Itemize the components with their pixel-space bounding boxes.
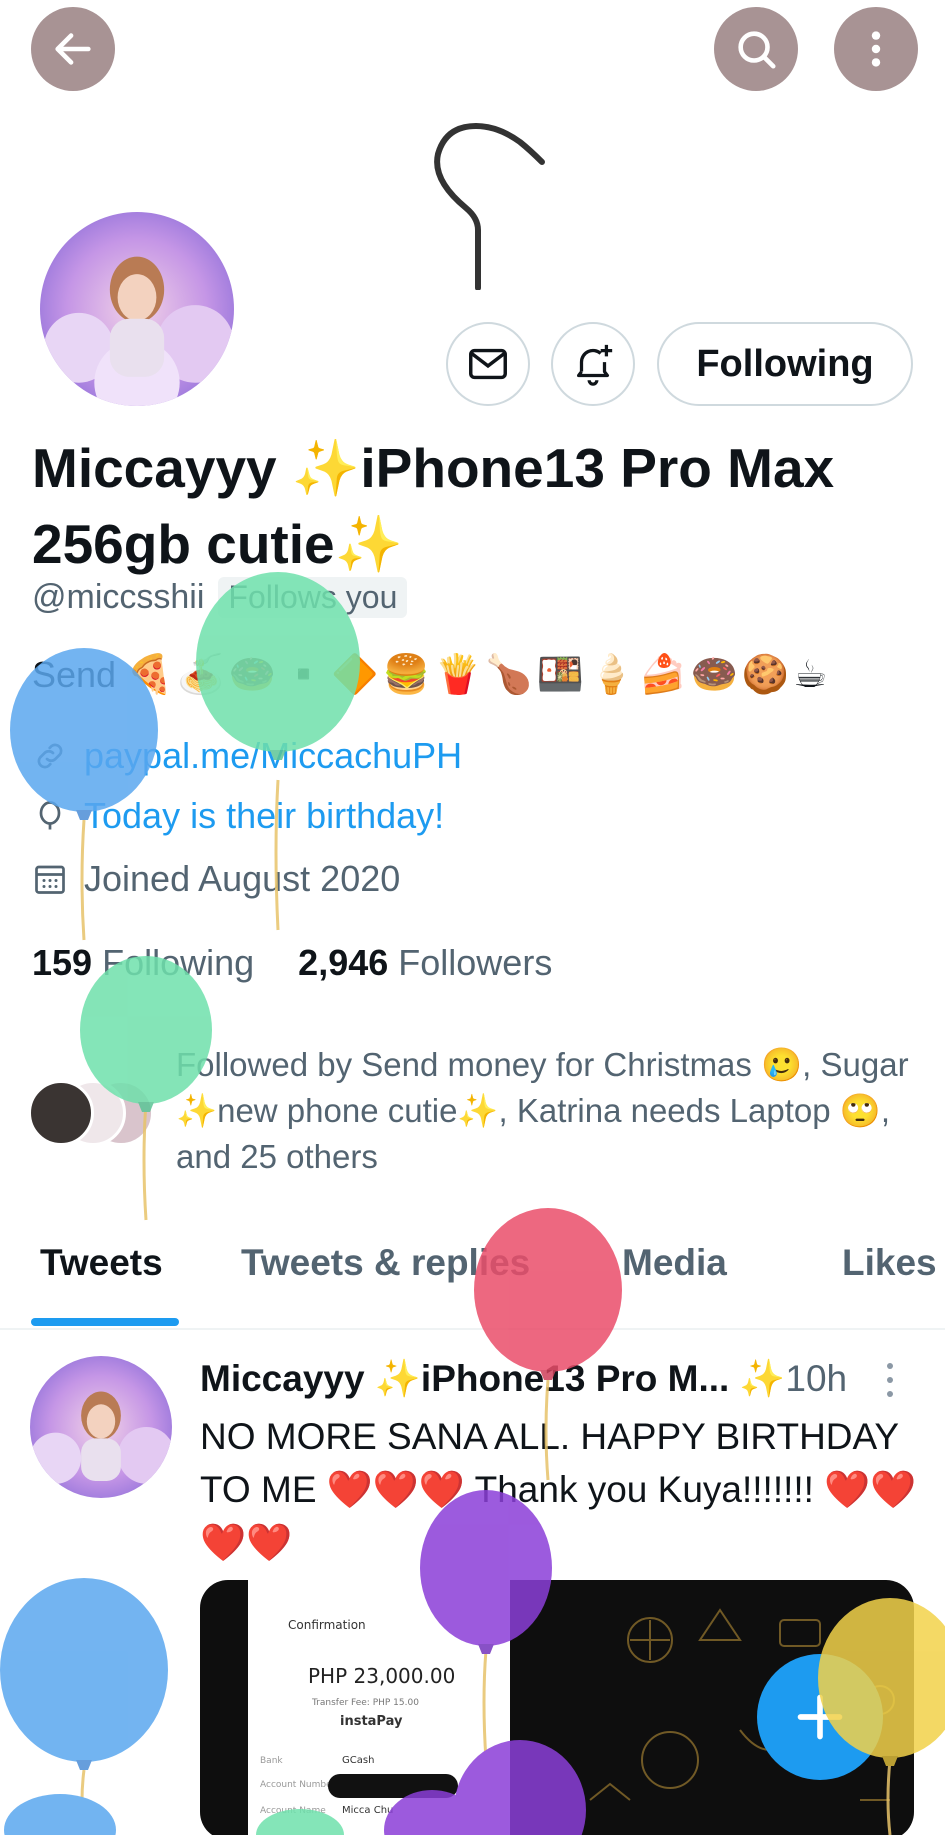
bank-label: Bank — [260, 1756, 283, 1766]
search-icon — [738, 31, 776, 69]
followed-by[interactable]: Followed by Send money for Christmas 🥲, … — [28, 1042, 928, 1175]
notifications-button[interactable] — [551, 322, 635, 406]
tab-indicator — [31, 1318, 179, 1326]
mail-icon — [469, 348, 507, 380]
confirmation-label: Confirmation — [288, 1618, 366, 1632]
followers-count[interactable]: 2,946 Followers — [298, 942, 552, 984]
hanger-icon — [434, 122, 545, 290]
avatar-image — [40, 212, 234, 406]
arrow-left-icon — [55, 33, 91, 65]
instapay-logo: instaPay — [340, 1714, 403, 1729]
handle: @miccsshii — [32, 578, 205, 616]
message-button[interactable] — [446, 322, 530, 406]
followed-by-avatars — [28, 1080, 178, 1150]
account-name-label: Account Name — [260, 1806, 326, 1816]
followed-by-text: Followed by Send money for Christmas 🥲, … — [176, 1046, 909, 1175]
birthday-row: Today is their birthday! — [32, 795, 444, 837]
transfer-fee: Transfer Fee: PHP 15.00 — [312, 1698, 419, 1708]
profile-avatar[interactable] — [34, 206, 240, 412]
tweet-text: NO MORE SANA ALL. HAPPY BIRTHDAY TO ME ❤… — [200, 1416, 917, 1563]
search-button[interactable] — [714, 7, 798, 91]
more-button[interactable] — [834, 7, 918, 91]
handle-row: @miccsshii Follows you — [32, 577, 408, 618]
tweet-time: ✨10h — [739, 1358, 848, 1399]
bio: Send 🍕🍝🍩▪️🔶🍔🍟🍗🍱🍦🍰🍩🍪☕ — [32, 652, 831, 697]
bio-emoji: 🍕🍝🍩▪️🔶🍔🍟🍗🍱🍦🍰🍩🍪☕ — [126, 654, 832, 696]
follows-you-badge: Follows you — [218, 577, 408, 618]
calendar-icon — [35, 865, 65, 894]
tab-media[interactable]: Media — [622, 1242, 727, 1284]
tab-likes[interactable]: Likes — [842, 1242, 937, 1284]
account-name-value: Micca Chu — [342, 1805, 394, 1816]
transfer-screenshot: Confirmation PHP 23,000.00 Transfer Fee:… — [248, 1580, 510, 1835]
tab-tweets[interactable]: Tweets — [40, 1242, 163, 1284]
bank-value: GCash — [342, 1755, 375, 1766]
more-vertical-icon — [871, 31, 881, 67]
balloon-icon — [39, 801, 61, 830]
website-row: paypal.me/MiccachuPH — [32, 735, 462, 777]
tweet-header: Miccayyy ✨iPhone13 Pro M... ✨10h — [200, 1358, 847, 1401]
joined-row: Joined August 2020 — [32, 858, 400, 900]
more-vertical-icon[interactable] — [880, 1360, 900, 1400]
tweet-avatar[interactable] — [30, 1356, 172, 1498]
joined-text: Joined August 2020 — [84, 858, 401, 899]
plus-icon — [797, 1694, 843, 1740]
tweet-author[interactable]: Miccayyy ✨iPhone13 Pro M... — [200, 1358, 729, 1401]
website-link[interactable]: paypal.me/MiccachuPH — [84, 735, 462, 777]
follow-counts: 159 Following 2,946 Followers — [32, 942, 552, 984]
tab-tweets-replies[interactable]: Tweets & replies — [241, 1242, 530, 1284]
birthday-text: Today is their birthday! — [84, 795, 445, 836]
profile-tabs: Tweets Tweets & replies Media Likes — [0, 1230, 945, 1330]
bio-text: Send — [32, 653, 117, 695]
avatar — [28, 1080, 94, 1146]
redacted-account-number — [328, 1774, 458, 1798]
account-number-label: Account Number — [260, 1780, 336, 1790]
amount: PHP 23,000.00 — [308, 1664, 456, 1688]
compose-button[interactable] — [757, 1654, 883, 1780]
following-button[interactable]: Following — [657, 322, 913, 406]
avatar-image — [30, 1356, 172, 1498]
back-button[interactable] — [31, 7, 115, 91]
display-name: Miccayyy ✨iPhone13 Pro Max 256gb cutie✨ — [32, 437, 835, 575]
following-count[interactable]: 159 Following — [32, 942, 254, 984]
link-icon — [37, 743, 63, 769]
bell-plus-icon — [576, 344, 613, 386]
